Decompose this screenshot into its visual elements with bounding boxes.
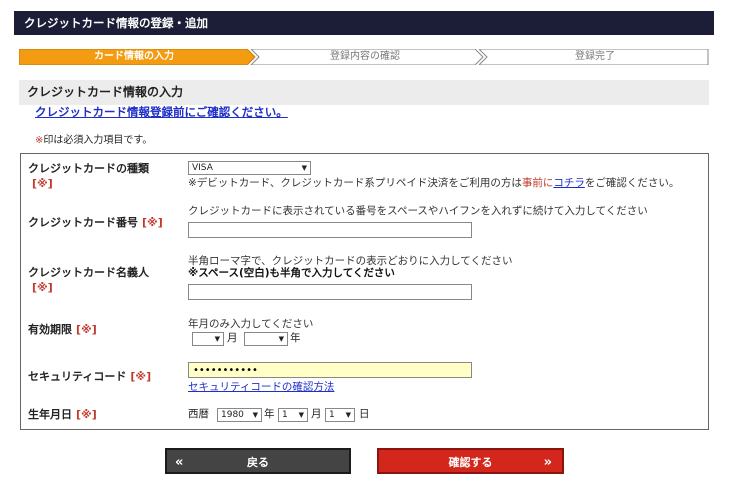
card-type-hint-red: 事前に bbox=[521, 177, 554, 189]
card-number-required: [※] bbox=[142, 216, 163, 229]
required-note: ※印は必須入力項目です。 bbox=[35, 131, 152, 146]
back-button[interactable]: « 戻る bbox=[165, 448, 351, 474]
card-type-hint-link[interactable]: コチラ bbox=[553, 177, 585, 189]
card-holder-input[interactable] bbox=[188, 284, 472, 300]
step-confirm: 登録内容の確認 bbox=[330, 51, 400, 62]
expiry-label: 有効期限 [※] bbox=[28, 322, 97, 337]
expiry-label-text: 有効期限 bbox=[28, 323, 72, 336]
expiry-year-unit: 年 bbox=[290, 332, 301, 344]
expiry-year-select[interactable]: ▼ bbox=[244, 332, 288, 346]
chevron-down-icon: ▼ bbox=[345, 411, 351, 419]
security-code-help: セキュリティコードの確認方法 bbox=[188, 381, 334, 394]
section-title: クレジットカード情報の入力 bbox=[19, 80, 709, 105]
birthdate-era: 西暦 bbox=[188, 408, 209, 420]
card-type-hint-after: をご確認ください。 bbox=[584, 177, 680, 189]
chevron-down-icon: ▼ bbox=[278, 335, 284, 343]
chevron-down-icon: ▼ bbox=[298, 411, 304, 419]
notice-link[interactable]: クレジットカード情報登録前にご確認ください。 bbox=[35, 104, 288, 120]
card-holder-label-text: クレジットカード名義人 bbox=[28, 266, 149, 279]
birth-month-unit: 月 bbox=[311, 408, 322, 420]
birthdate-required: [※] bbox=[76, 408, 97, 421]
expiry-hint: 年月のみ入力してください bbox=[188, 318, 314, 330]
card-number-input[interactable] bbox=[188, 222, 472, 238]
security-code-label-text: セキュリティコード bbox=[28, 370, 127, 383]
chevron-down-icon: ▼ bbox=[252, 411, 258, 419]
card-type-value: VISA bbox=[192, 163, 213, 173]
birth-month-value: 1 bbox=[282, 410, 288, 420]
security-code-required: [※] bbox=[130, 370, 152, 383]
required-note-text: 印は必須入力項目です。 bbox=[43, 135, 153, 146]
card-type-hint: ※デビットカード、クレジットカード系プリペイド決済をご利用の方は事前にコチラをご… bbox=[188, 177, 679, 190]
card-number-hint: クレジットカードに表示されている番号をスペースやハイフンを入れずに続けて入力して… bbox=[188, 205, 648, 217]
card-number-label: クレジットカード番号 [※] bbox=[28, 215, 163, 230]
birth-day-value: 1 bbox=[329, 410, 335, 420]
birthdate-label: 生年月日 [※] bbox=[28, 407, 97, 422]
security-code-help-link[interactable]: セキュリティコードの確認方法 bbox=[188, 381, 334, 393]
card-type-label: クレジットカードの種類 [※] bbox=[28, 161, 149, 191]
birth-year-value: 1980 bbox=[221, 410, 244, 420]
chevron-down-icon: ▼ bbox=[214, 335, 220, 343]
back-button-label: 戻る bbox=[247, 456, 269, 469]
confirm-button-label: 確認する bbox=[448, 456, 493, 469]
page-header: クレジットカード情報の登録・追加 bbox=[14, 11, 714, 35]
expiry-month-select[interactable]: ▼ bbox=[192, 332, 224, 346]
step-input: カード情報の入力 bbox=[94, 51, 174, 62]
card-type-select[interactable]: VISA ▼ bbox=[188, 161, 311, 175]
birthdate-label-text: 生年月日 bbox=[28, 408, 72, 421]
card-holder-label: クレジットカード名義人 [※] bbox=[28, 265, 149, 295]
page-title: クレジットカード情報の登録・追加 bbox=[24, 16, 208, 30]
birth-day-select[interactable]: 1 ▼ bbox=[325, 408, 355, 422]
birth-year-select[interactable]: 1980 ▼ bbox=[217, 408, 262, 422]
progress-steps: カード情報の入力 登録内容の確認 登録完了 bbox=[19, 49, 709, 65]
chevron-left-icon: « bbox=[175, 455, 184, 470]
chevron-down-icon: ▼ bbox=[301, 164, 307, 172]
birth-month-select[interactable]: 1 ▼ bbox=[278, 408, 308, 422]
expiry-month-unit: 月 bbox=[227, 332, 238, 344]
confirm-button[interactable]: 確認する » bbox=[377, 448, 564, 474]
card-holder-hint-bold: ※スペース(空白)も半角で入力してください bbox=[188, 267, 395, 280]
card-type-label-text: クレジットカードの種類 bbox=[28, 162, 149, 175]
chevron-right-icon: » bbox=[543, 455, 552, 470]
card-number-label-text: クレジットカード番号 bbox=[28, 216, 138, 229]
card-holder-required: [※] bbox=[32, 281, 53, 294]
step-complete: 登録完了 bbox=[575, 51, 615, 62]
card-type-hint-text: ※デビットカード、クレジットカード系プリペイド決済をご利用の方は bbox=[188, 177, 522, 189]
expiry-required: [※] bbox=[76, 323, 97, 336]
security-code-label: セキュリティコード [※] bbox=[28, 369, 151, 384]
security-code-input[interactable] bbox=[188, 362, 472, 378]
card-holder-hint-bold-text: ※スペース(空白)も半角で入力してください bbox=[188, 267, 395, 279]
card-form: クレジットカードの種類 [※] VISA ▼ ※デビットカード、クレジットカード系… bbox=[20, 153, 709, 430]
birth-day-unit: 日 bbox=[359, 408, 370, 420]
card-type-required: [※] bbox=[32, 177, 53, 190]
birth-year-unit: 年 bbox=[264, 408, 275, 420]
